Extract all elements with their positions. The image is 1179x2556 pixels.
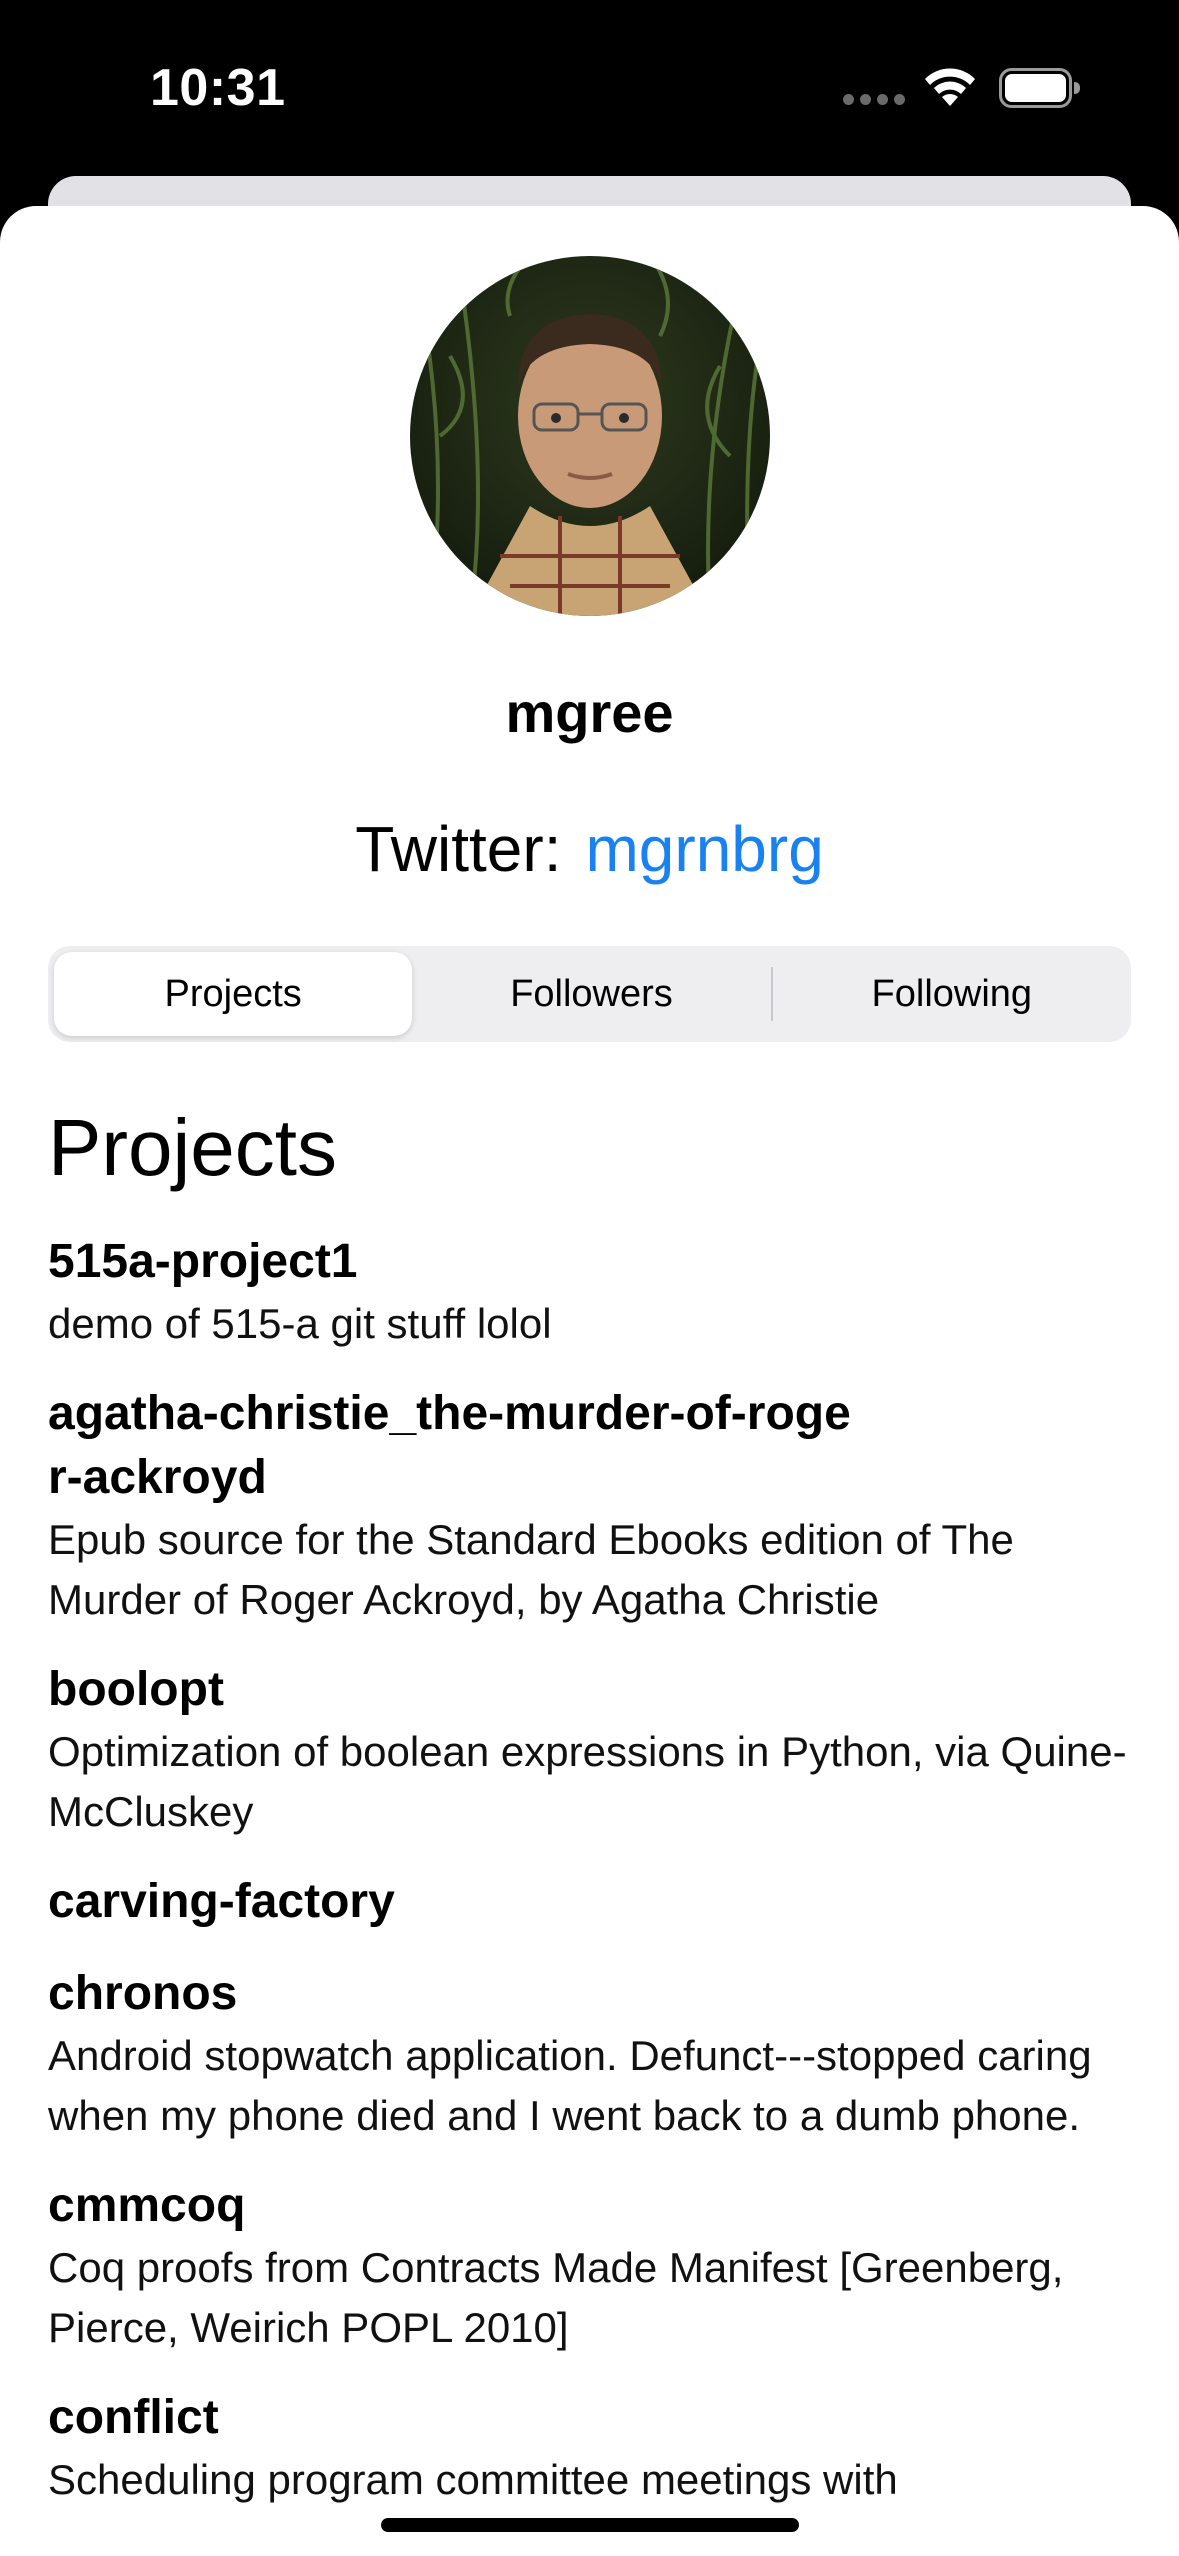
project-item[interactable]: agatha-christie_the-murder-of-roger-ackr… <box>48 1382 1138 1630</box>
twitter-row: Twitter: mgrnbrg <box>0 812 1179 886</box>
project-name: agatha-christie_the-murder-of-roger-ackr… <box>48 1387 851 1504</box>
twitter-label: Twitter: <box>355 813 562 885</box>
cellular-signal-icon <box>843 94 905 105</box>
project-item[interactable]: carving-factory <box>48 1870 1138 1934</box>
project-list: 515a-project1 demo of 515-a git stuff lo… <box>48 1230 1138 2538</box>
project-description: Android stopwatch application. Defunct--… <box>48 2032 1092 2139</box>
project-item[interactable]: chronos Android stopwatch application. D… <box>48 1962 1138 2146</box>
battery-icon <box>999 68 1080 108</box>
tab-projects[interactable]: Projects <box>54 952 413 1036</box>
status-time: 10:31 <box>150 59 286 117</box>
project-name: 515a-project1 <box>48 1235 358 1288</box>
project-item[interactable]: boolopt Optimization of boolean expressi… <box>48 1658 1138 1842</box>
project-description: Scheduling program committee meetings wi… <box>48 2456 898 2503</box>
profile-username: mgree <box>505 681 674 744</box>
profile-segmented-control: Projects Followers Following <box>48 946 1131 1042</box>
project-description: Coq proofs from Contracts Made Manifest … <box>48 2244 1064 2351</box>
project-name: carving-factory <box>48 1875 395 1928</box>
project-name: conflict <box>48 2391 219 2444</box>
status-bar: 10:31 <box>0 0 1179 180</box>
avatar <box>410 256 770 616</box>
project-description: Epub source for the Standard Ebooks edit… <box>48 1516 1014 1623</box>
tab-following[interactable]: Following <box>773 952 1131 1036</box>
project-item[interactable]: conflict Scheduling program committee me… <box>48 2386 1138 2510</box>
wifi-icon <box>925 68 975 106</box>
project-description: demo of 515-a git stuff lolol <box>48 1300 552 1347</box>
profile-sheet: mgree Twitter: mgrnbrg Projects Followers… <box>0 206 1179 2556</box>
project-name: chronos <box>48 1967 238 2020</box>
twitter-handle-link[interactable]: mgrnbrg <box>585 813 823 885</box>
home-indicator[interactable] <box>381 2518 799 2532</box>
project-description: Optimization of boolean expressions in P… <box>48 1728 1127 1835</box>
project-item[interactable]: cmmcoq Coq proofs from Contracts Made Ma… <box>48 2174 1138 2358</box>
project-name: cmmcoq <box>48 2179 246 2232</box>
section-title: Projects <box>48 1103 337 1192</box>
avatar-image <box>418 256 767 616</box>
tab-followers[interactable]: Followers <box>412 952 770 1036</box>
project-name: boolopt <box>48 1663 224 1716</box>
project-item[interactable]: 515a-project1 demo of 515-a git stuff lo… <box>48 1230 1138 1354</box>
